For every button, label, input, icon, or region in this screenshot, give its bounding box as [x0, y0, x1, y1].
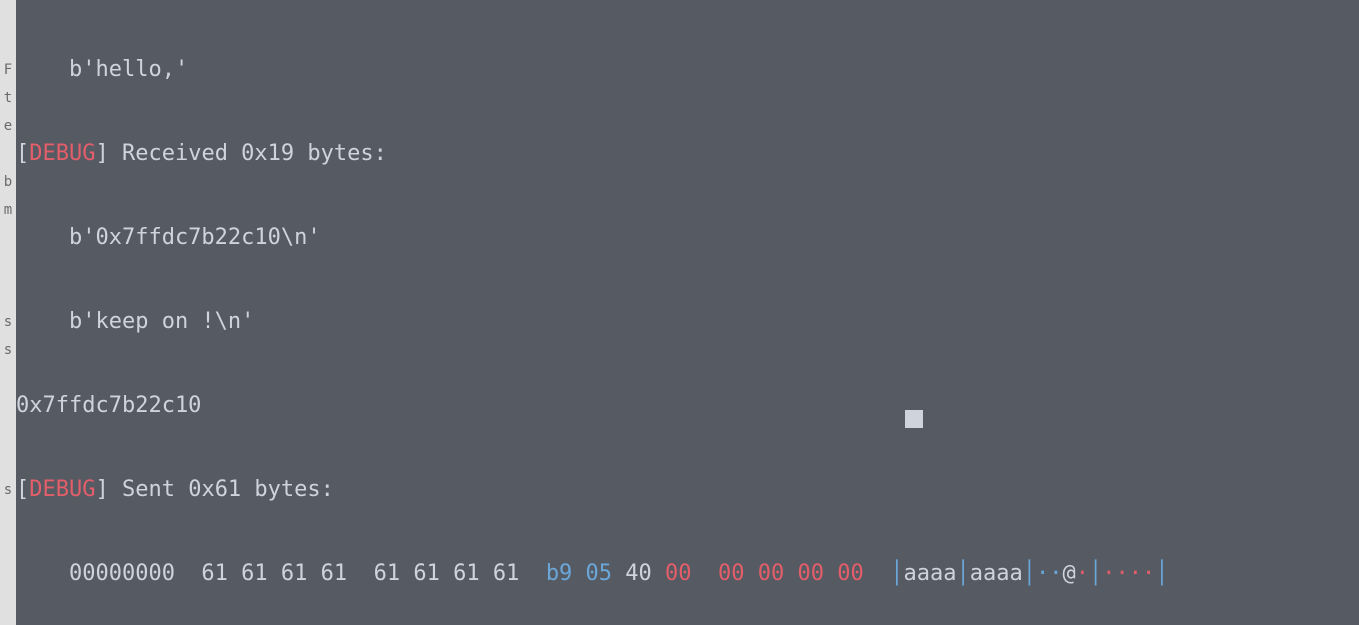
terminal-line: b'keep on !\n' — [16, 308, 1359, 336]
terminal-line: b'0x7ffdc7b22c10\n' — [16, 224, 1359, 252]
terminal-line: [DEBUG] Sent 0x61 bytes: — [16, 476, 1359, 504]
hexdump-row: 00000000 61 61 61 61 61 61 61 61 b9 05 4… — [16, 560, 1359, 588]
terminal-line: 0x7ffdc7b22c10 — [16, 392, 1359, 420]
terminal-line: b'hello,' — [16, 56, 1359, 84]
terminal-output[interactable]: b'hello,' [DEBUG] Received 0x19 bytes: b… — [16, 0, 1359, 625]
editor-gutter: F t e b m s s s — [0, 0, 16, 625]
text-cursor — [905, 410, 923, 428]
terminal-line: [DEBUG] Received 0x19 bytes: — [16, 140, 1359, 168]
